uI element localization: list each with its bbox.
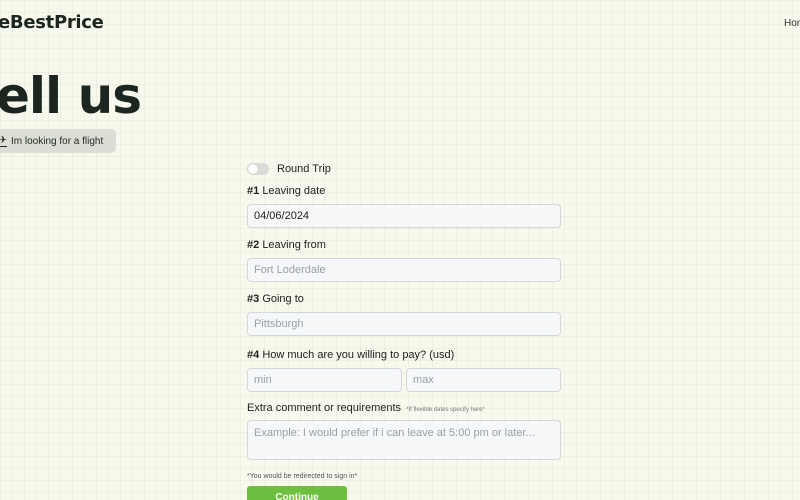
extra-comment-text: Extra comment or requirements — [247, 402, 402, 414]
budget-text: How much are you willing to pay? (usd) — [262, 349, 455, 361]
redirect-note: *You would be redirected to sign in* — [247, 473, 358, 480]
question-number-3: #3 — [247, 293, 260, 305]
budget-min-input[interactable] — [247, 368, 402, 392]
round-trip-toggle[interactable] — [247, 163, 269, 175]
leaving-from-label: #2 Leaving from — [247, 239, 326, 251]
mode-chip-label: Im looking for a flight — [11, 135, 104, 147]
plane-icon: ✈ — [0, 135, 7, 147]
going-to-label: #3 Going to — [247, 293, 304, 305]
question-number-4: #4 — [247, 349, 260, 361]
leaving-from-text: Leaving from — [262, 239, 326, 251]
extra-comment-textarea[interactable] — [247, 420, 561, 460]
leaving-from-input[interactable] — [247, 258, 561, 282]
flexible-dates-hint: *If flexible dates specify here* — [406, 407, 485, 413]
question-number-1: #1 — [247, 185, 260, 197]
question-number-2: #2 — [247, 239, 260, 251]
budget-max-input[interactable] — [406, 368, 561, 392]
budget-label: #4 How much are you willing to pay? (usd… — [247, 349, 454, 361]
continue-button[interactable]: Continue — [247, 486, 347, 500]
going-to-input[interactable] — [247, 312, 561, 336]
leaving-date-input[interactable] — [247, 204, 561, 228]
round-trip-row: Round Trip — [247, 160, 331, 178]
extra-comment-label: Extra comment or requirements *If flexib… — [247, 402, 485, 414]
flight-mode-chip[interactable]: ✈ Im looking for a flight — [0, 129, 116, 153]
leaving-date-text: Leaving date — [262, 185, 326, 197]
round-trip-label: Round Trip — [277, 163, 331, 175]
site-logo[interactable]: eBestPrice — [0, 12, 104, 33]
leaving-date-label: #1 Leaving date — [247, 185, 325, 197]
nav-home-link[interactable]: Hon — [784, 18, 800, 29]
hero-title: ell us — [0, 67, 142, 125]
going-to-text: Going to — [262, 293, 304, 305]
toggle-knob — [248, 164, 258, 174]
